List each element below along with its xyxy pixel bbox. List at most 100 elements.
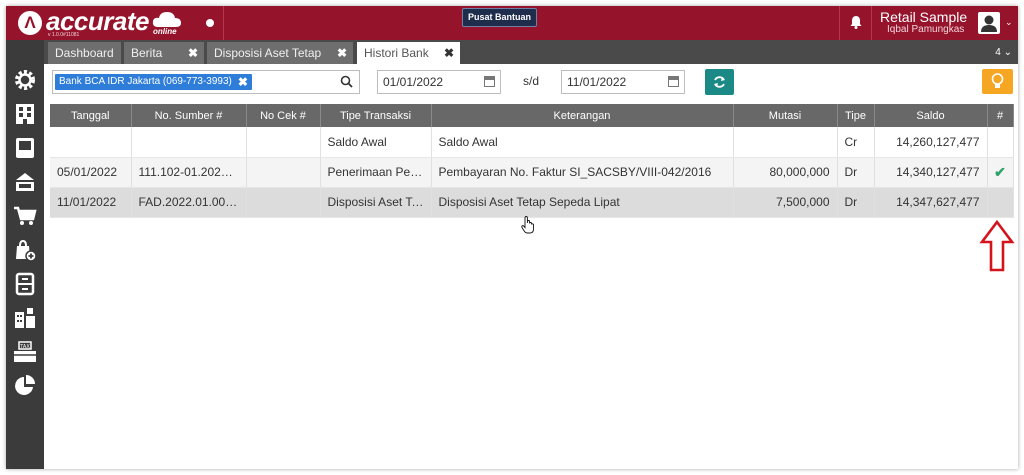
cell-no-cek — [246, 187, 321, 218]
table-row[interactable]: 11/01/2022 FAD.2022.01.00002 Disposisi A… — [50, 187, 1014, 218]
user-name[interactable]: Iqbal Pamungkas — [887, 24, 964, 35]
refresh-button[interactable] — [705, 69, 734, 95]
bell-icon — [850, 16, 862, 29]
svg-text:TAX: TAX — [19, 344, 30, 350]
assets-icon[interactable] — [13, 306, 37, 330]
logo[interactable]: Λ accurate online v 1.0.0#11081 — [6, 6, 224, 40]
table-header-row: Tanggal No. Sumber # No Cek # Tipe Trans… — [50, 104, 1014, 127]
cell-tipe-transaksi: Saldo Awal — [320, 127, 432, 158]
check-icon: ✔ — [987, 157, 1014, 188]
cabinet-icon[interactable] — [13, 272, 37, 296]
lightbulb-icon — [991, 73, 1004, 88]
close-icon[interactable]: ✖ — [188, 42, 198, 64]
tab-bar: Dashboard Berita ✖ Disposisi Aset Tetap … — [44, 40, 1018, 64]
refresh-icon — [714, 76, 725, 88]
cell-saldo: 14,260,127,477 — [874, 127, 988, 158]
cell-mutasi — [733, 127, 838, 158]
logo-sub: online — [153, 27, 177, 36]
column-header[interactable]: # — [987, 104, 1014, 127]
cell-saldo: 14,347,627,477 — [874, 187, 988, 218]
column-header[interactable]: Tanggal — [50, 104, 132, 127]
account-chip-label: Bank BCA IDR Jakarta (069-773-3993) — [59, 76, 232, 87]
cell-no-sumber: FAD.2022.01.00002 — [131, 187, 247, 218]
bag-plus-icon[interactable] — [13, 238, 37, 262]
status-dot-icon[interactable] — [206, 19, 214, 27]
column-header[interactable]: Mutasi — [733, 104, 838, 127]
cell-tipe: Dr — [837, 187, 875, 218]
cloud-icon — [152, 12, 181, 27]
logo-badge: Λ — [18, 11, 42, 35]
cell-keterangan: Saldo Awal — [431, 127, 734, 158]
tab-label: Histori Bank — [364, 46, 429, 60]
date-to-value: 11/01/2022 — [567, 75, 627, 89]
table-row[interactable]: Saldo Awal Saldo Awal Cr 14,260,127,477 — [50, 127, 1014, 158]
calendar-icon[interactable] — [668, 76, 679, 87]
cell-keterangan: Disposisi Aset Tetap Sepeda Lipat — [431, 187, 734, 218]
pie-chart-icon[interactable] — [13, 374, 37, 398]
cell-mutasi: 7,500,000 — [733, 187, 838, 218]
cell-saldo: 14,340,127,477 — [874, 157, 988, 188]
arrow-up-icon — [979, 220, 1015, 272]
tab-count[interactable]: 4 ⌄ — [995, 47, 1012, 58]
cell-no-cek — [246, 157, 321, 188]
cell-mark — [987, 187, 1014, 218]
cell-no-sumber: 111.102-01.2022.... — [131, 157, 247, 188]
sidebar: TAX — [6, 40, 44, 469]
date-to-input[interactable]: 11/01/2022 — [561, 70, 685, 94]
search-icon[interactable] — [340, 75, 353, 88]
bank-account-select[interactable]: Bank BCA IDR Jakarta (069-773-3993) ✖ — [52, 70, 360, 94]
cell-tipe-transaksi: Disposisi Aset Te... — [320, 187, 432, 218]
cell-tipe-transaksi: Penerimaan Penj... — [320, 157, 432, 188]
close-icon[interactable]: ✖ — [238, 74, 248, 90]
column-header[interactable]: Tipe Transaksi — [320, 104, 432, 127]
company-name[interactable]: Retail Sample — [880, 9, 967, 25]
cell-tanggal — [50, 127, 132, 158]
tab-histori-bank[interactable]: Histori Bank ✖ — [357, 42, 460, 64]
cart-icon[interactable] — [13, 204, 37, 228]
cell-mark — [987, 127, 1014, 158]
ledger-icon[interactable] — [13, 136, 37, 160]
tab-label: Disposisi Aset Tetap — [214, 46, 322, 60]
calendar-icon[interactable] — [484, 76, 495, 87]
notification-button[interactable] — [839, 6, 872, 40]
version-label: v 1.0.0#11081 — [48, 32, 80, 38]
cell-tanggal: 05/01/2022 — [50, 157, 132, 188]
tips-button[interactable] — [982, 69, 1013, 94]
cell-no-sumber — [131, 127, 247, 158]
column-header[interactable]: Keterangan — [431, 104, 734, 127]
building-icon[interactable] — [13, 102, 37, 126]
cell-no-cek — [246, 127, 321, 158]
hand-cursor-icon — [521, 216, 534, 234]
tab-dashboard[interactable]: Dashboard — [48, 42, 121, 64]
date-range-separator: s/d — [523, 74, 540, 88]
help-button[interactable]: Pusat Bantuan — [462, 8, 538, 27]
user-icon — [981, 15, 997, 32]
tax-icon[interactable]: TAX — [13, 340, 37, 364]
close-icon[interactable]: ✖ — [444, 42, 454, 64]
top-bar: Λ accurate online v 1.0.0#11081 Pusat Ba… — [6, 6, 1018, 40]
close-icon[interactable]: ✖ — [337, 42, 347, 64]
account-chip: Bank BCA IDR Jakarta (069-773-3993) ✖ — [55, 74, 252, 90]
tab-berita[interactable]: Berita ✖ — [124, 42, 204, 64]
column-header[interactable]: Tipe — [837, 104, 875, 127]
avatar[interactable] — [978, 12, 1000, 34]
table-row[interactable]: 05/01/2022 111.102-01.2022.... Penerimaa… — [50, 157, 1014, 188]
column-header[interactable]: No Cek # — [246, 104, 321, 127]
column-header[interactable]: No. Sumber # — [131, 104, 247, 127]
date-from-input[interactable]: 01/01/2022 — [377, 70, 501, 94]
tab-label: Dashboard — [55, 46, 114, 60]
bank-history-table: Tanggal No. Sumber # No Cek # Tipe Trans… — [50, 104, 1014, 218]
cell-tipe: Cr — [837, 127, 875, 158]
tab-label: Berita — [131, 46, 163, 60]
cell-tanggal: 11/01/2022 — [50, 187, 132, 218]
chevron-down-icon[interactable]: ⌄ — [1005, 17, 1013, 28]
settings-icon[interactable] — [13, 68, 37, 92]
cell-tipe: Dr — [837, 157, 875, 188]
cash-icon[interactable] — [13, 170, 37, 194]
tab-disposisi-aset-tetap[interactable]: Disposisi Aset Tetap ✖ — [207, 42, 353, 64]
cell-mutasi: 80,000,000 — [733, 157, 838, 188]
cell-keterangan: Pembayaran No. Faktur SI_SACSBY/VIII-042… — [431, 157, 734, 188]
date-from-value: 01/01/2022 — [383, 75, 444, 89]
column-header[interactable]: Saldo — [874, 104, 988, 127]
app-window: Λ accurate online v 1.0.0#11081 Pusat Ba… — [6, 6, 1018, 469]
